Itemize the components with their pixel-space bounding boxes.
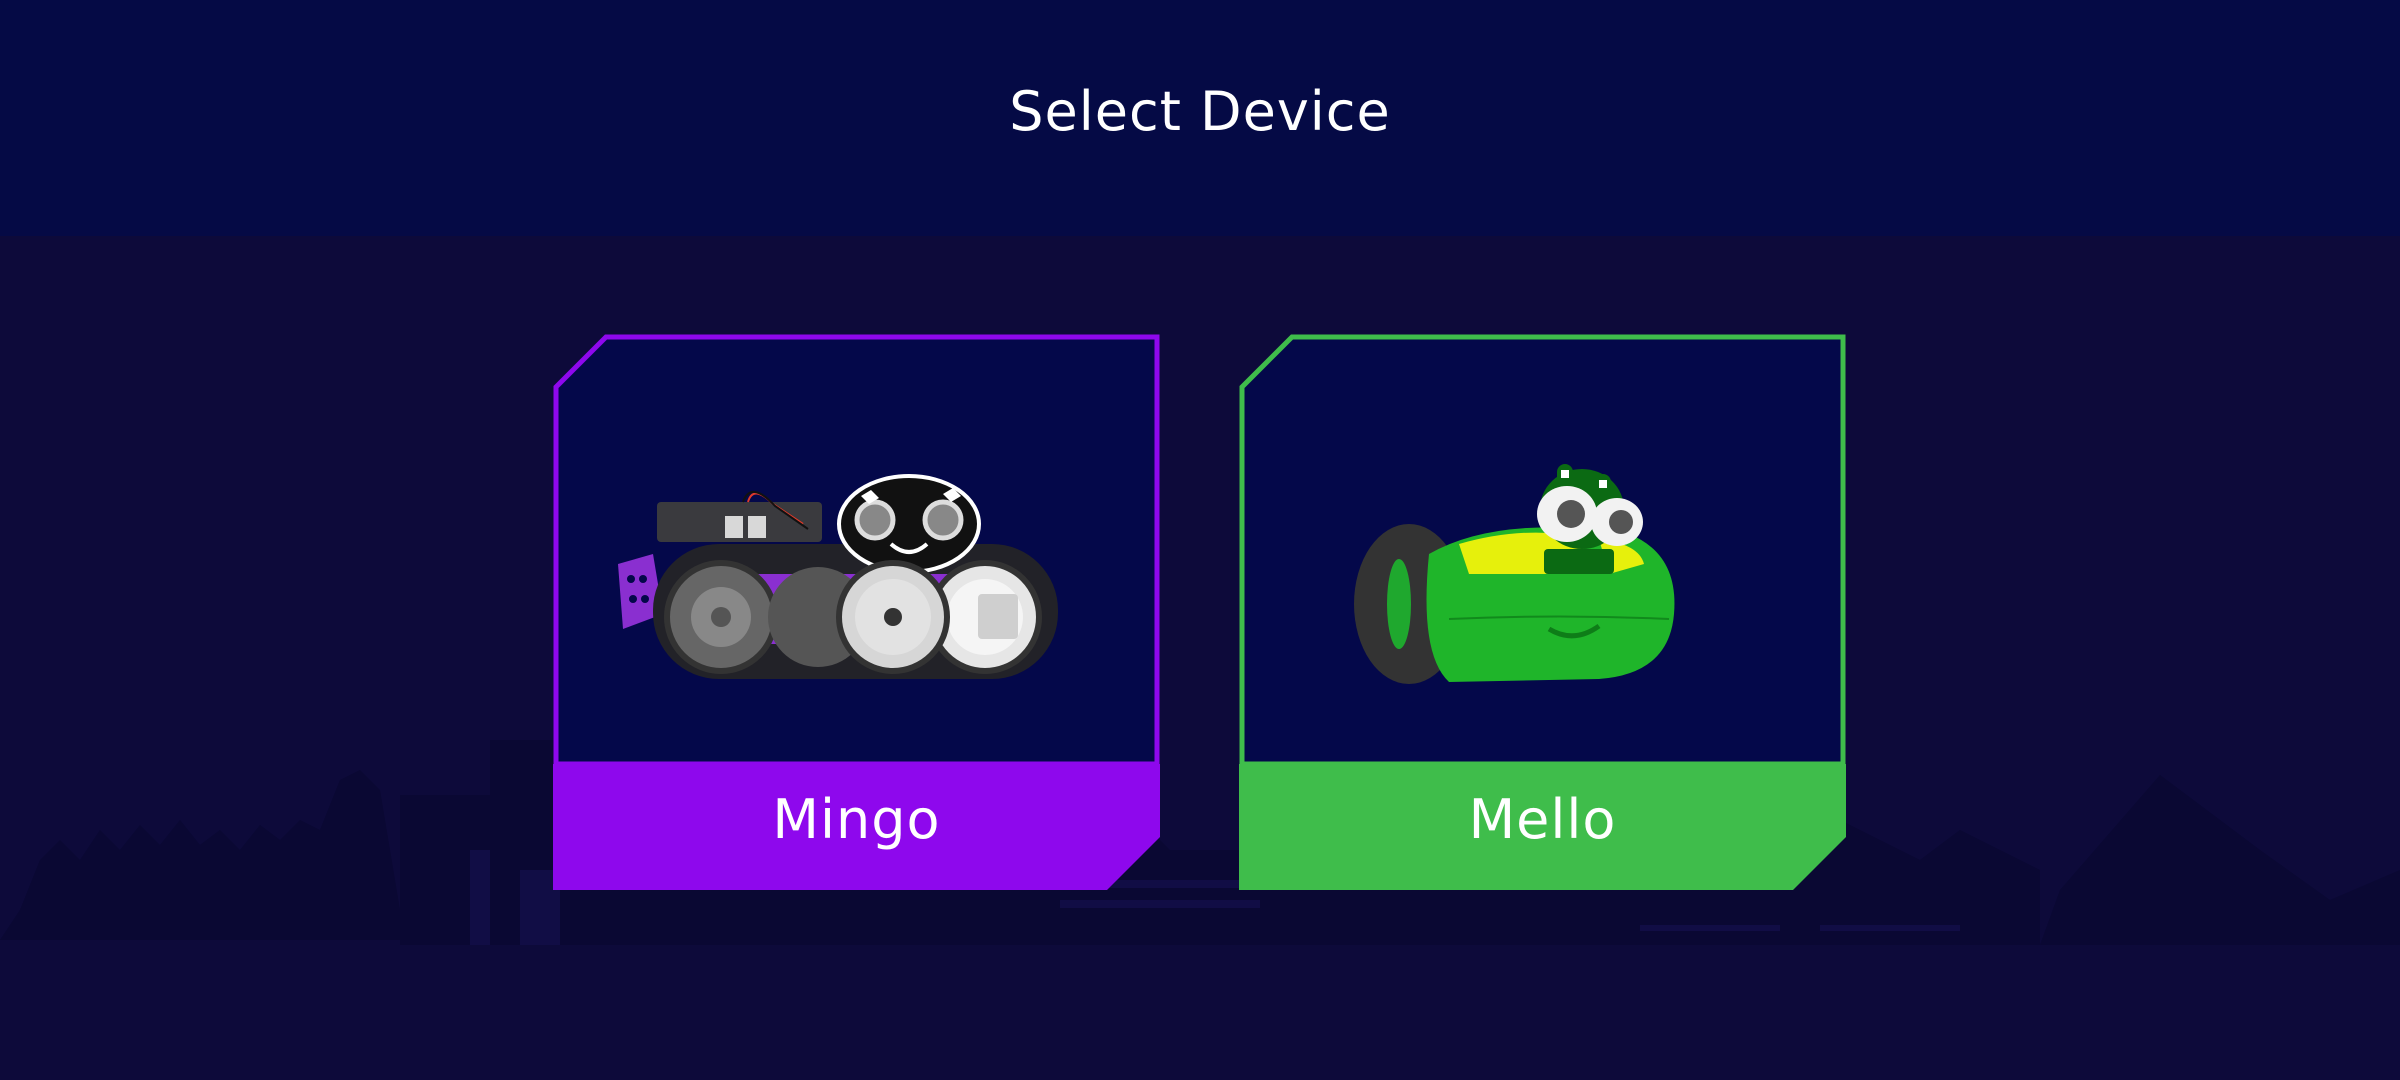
bottom-band xyxy=(0,945,2400,1080)
device-card-mingo[interactable]: Mingo xyxy=(553,334,1160,890)
page-title: Select Device xyxy=(1009,79,1391,143)
device-card-mello[interactable]: Mello xyxy=(1239,334,1846,890)
mingo-robot-icon xyxy=(618,474,1058,679)
device-label: Mingo xyxy=(772,787,941,851)
device-label: Mello xyxy=(1468,787,1617,851)
header-bar: Select Device xyxy=(0,0,2400,236)
device-select-screen: Select Device Mingo Mello xyxy=(0,0,2400,1080)
mello-robot-icon xyxy=(1354,464,1675,684)
